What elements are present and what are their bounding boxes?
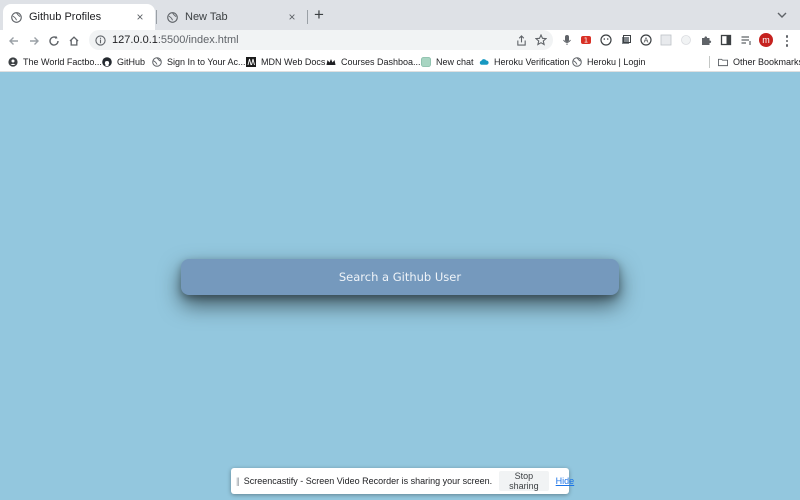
bookmark-label: Courses Dashboa... (341, 57, 421, 67)
cloud-icon (479, 57, 489, 67)
bookmark-star-button[interactable] (534, 33, 548, 47)
url-text: 127.0.0.1:5500/index.html (112, 34, 239, 46)
bookmarks-bar: The World Factbo... GitHub Sign In to Yo… (0, 52, 800, 72)
search-form (181, 259, 619, 295)
address-bar[interactable]: 127.0.0.1:5500/index.html (89, 30, 553, 50)
bookmark-label: GitHub (117, 57, 146, 67)
ext-a-button[interactable]: A (640, 34, 652, 46)
ext-grid-button[interactable] (660, 34, 672, 46)
drag-handle-icon[interactable]: || (236, 476, 240, 486)
bookmark-label: Heroku | Login (587, 57, 646, 67)
tab-title: New Tab (185, 11, 228, 23)
tab-title: Github Profiles (29, 11, 102, 23)
url-path: :5500/index.html (157, 34, 239, 46)
tab-divider (307, 10, 308, 24)
ext-mic-button[interactable] (561, 34, 573, 46)
new-tab-button[interactable]: + (311, 6, 327, 23)
bookmark-new-chat[interactable]: New chat (421, 55, 474, 69)
chevron-down-icon[interactable] (776, 9, 788, 21)
back-arrow-icon (9, 37, 18, 45)
bookmark-label: Sign In to Your Ac... (167, 57, 246, 67)
other-bookmarks[interactable]: Other Bookmarks (718, 55, 800, 69)
search-input[interactable] (181, 259, 619, 295)
ext-face-icon (600, 34, 612, 46)
share-message: Screencastify - Screen Video Recorder is… (243, 476, 493, 486)
close-tab-icon[interactable]: × (285, 10, 299, 24)
screen-share-bar: || Screencastify - Screen Video Recorder… (231, 468, 574, 494)
info-icon[interactable] (95, 34, 106, 46)
bookmark-label: MDN Web Docs (261, 57, 326, 67)
ext-grid-icon (660, 34, 672, 46)
github-icon (102, 57, 112, 67)
ext-a-icon: A (640, 34, 652, 46)
tab-new-tab[interactable]: New Tab × (159, 4, 307, 30)
puzzle-icon (702, 36, 712, 45)
forward-arrow-icon (30, 37, 39, 45)
bookmark-label: Heroku Verification (494, 57, 570, 67)
browser-menu-button[interactable] (782, 33, 792, 49)
bookmarks-divider (709, 56, 710, 68)
svg-text:1: 1 (584, 37, 588, 45)
ext-cloud-icon (681, 35, 691, 45)
ext-red-icon: 1 (581, 36, 591, 45)
globe-icon (572, 57, 582, 67)
url-host: 127.0.0.1 (112, 34, 158, 46)
bookmark-sign-in[interactable]: Sign In to Your Ac... (152, 55, 246, 69)
share-icon (516, 34, 526, 46)
share-button[interactable] (514, 33, 528, 47)
home-icon (69, 36, 79, 46)
star-icon (535, 34, 547, 46)
hide-link[interactable]: Hide (556, 476, 575, 486)
stop-sharing-button[interactable]: Stop sharing (499, 471, 549, 491)
ext-layers-button[interactable] (620, 34, 632, 46)
ext-cloud-button[interactable] (680, 34, 692, 46)
bookmark-heroku-login[interactable]: Heroku | Login (572, 55, 645, 69)
mdn-icon (246, 57, 256, 67)
tab-strip: Github Profiles × New Tab × + (0, 0, 800, 30)
profile-avatar[interactable]: m (759, 33, 773, 47)
back-button[interactable] (6, 33, 22, 49)
reading-list-button[interactable] (740, 34, 752, 46)
ext-red-button[interactable]: 1 (580, 34, 592, 46)
extensions-button[interactable] (700, 34, 712, 46)
svg-text:A: A (644, 37, 649, 45)
globe-icon (152, 57, 162, 67)
bookmark-label: New chat (436, 57, 474, 67)
ext-face-button[interactable] (600, 34, 612, 46)
browser-toolbar: 127.0.0.1:5500/index.html 1 A m (0, 30, 800, 52)
bookmark-heroku-verification[interactable]: Heroku Verification (479, 55, 570, 69)
page-content (0, 72, 800, 500)
ext-layers-icon (622, 35, 631, 44)
home-button[interactable] (66, 33, 82, 49)
tab-divider (156, 10, 157, 24)
factbook-icon (8, 57, 18, 67)
list-icon (741, 36, 751, 45)
chat-icon (421, 57, 431, 67)
tab-github-profiles[interactable]: Github Profiles × (3, 4, 155, 30)
side-panel-icon (720, 34, 732, 46)
bookmark-github[interactable]: GitHub (102, 55, 145, 69)
globe-icon (11, 11, 22, 23)
crown-icon (326, 57, 336, 67)
forward-button[interactable] (26, 33, 42, 49)
close-tab-icon[interactable]: × (133, 10, 147, 24)
side-panel-button[interactable] (720, 34, 732, 46)
mic-icon (563, 35, 571, 45)
bookmark-mdn[interactable]: MDN Web Docs (246, 55, 325, 69)
reload-icon (49, 35, 59, 46)
bookmark-courses-dashboard[interactable]: Courses Dashboa... (326, 55, 421, 69)
bookmark-label: The World Factbo... (23, 57, 102, 67)
bookmark-world-factbook[interactable]: The World Factbo... (8, 55, 102, 69)
bookmark-label: Other Bookmarks (733, 57, 800, 67)
globe-icon (167, 11, 178, 23)
folder-icon (718, 57, 728, 67)
reload-button[interactable] (46, 33, 62, 49)
